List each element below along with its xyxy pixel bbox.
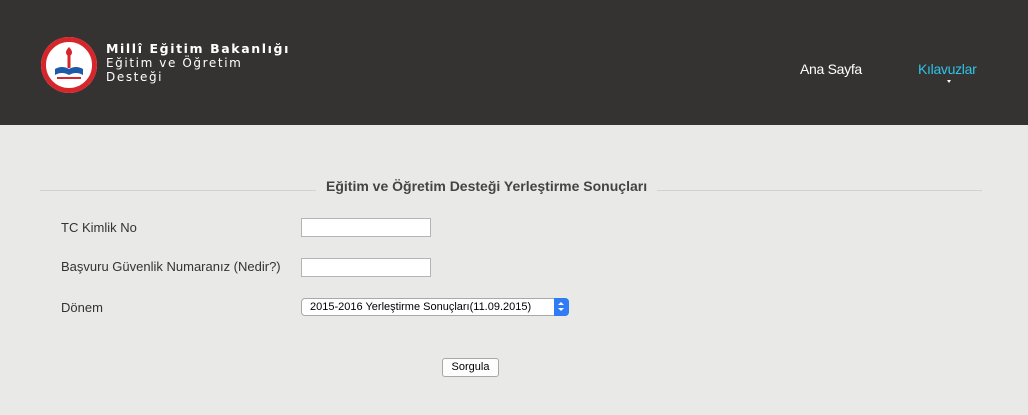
- select-arrows-icon: [554, 298, 569, 316]
- form-title: Eğitim ve Öğretim Desteği Yerleştirme So…: [316, 178, 658, 194]
- query-button[interactable]: Sorgula: [442, 358, 499, 377]
- nav-home-link[interactable]: Ana Sayfa: [800, 61, 862, 77]
- period-select[interactable]: 2015-2016 Yerleştirme Sonuçları(11.09.20…: [301, 298, 569, 316]
- tc-input[interactable]: [301, 218, 431, 237]
- results-form: Eğitim ve Öğretim Desteği Yerleştirme So…: [0, 125, 1028, 415]
- period-selected-value: 2015-2016 Yerleştirme Sonuçları(11.09.20…: [310, 301, 532, 313]
- brand-title: Millî Eğitim Bakanlığı: [106, 41, 290, 56]
- meb-logo[interactable]: [40, 36, 98, 94]
- brand[interactable]: Millî Eğitim Bakanlığı Eğitim ve Öğretim…: [106, 41, 290, 85]
- nav-guides-link[interactable]: Kılavuzlar: [918, 61, 977, 77]
- brand-subtitle-line-2: Desteği: [106, 70, 164, 84]
- arrow-down-icon: [558, 308, 564, 311]
- tc-label: TC Kimlik No: [61, 220, 137, 235]
- security-number-input[interactable]: [301, 258, 431, 277]
- caret-down-icon[interactable]: [947, 80, 951, 83]
- site-header: Millî Eğitim Bakanlığı Eğitim ve Öğretim…: [0, 0, 1028, 125]
- period-label: Dönem: [61, 300, 103, 315]
- security-number-label: Başvuru Güvenlik Numaranız (Nedir?): [61, 259, 281, 274]
- arrow-up-icon: [558, 302, 564, 305]
- brand-subtitle-line-1: Eğitim ve Öğretim: [106, 56, 243, 70]
